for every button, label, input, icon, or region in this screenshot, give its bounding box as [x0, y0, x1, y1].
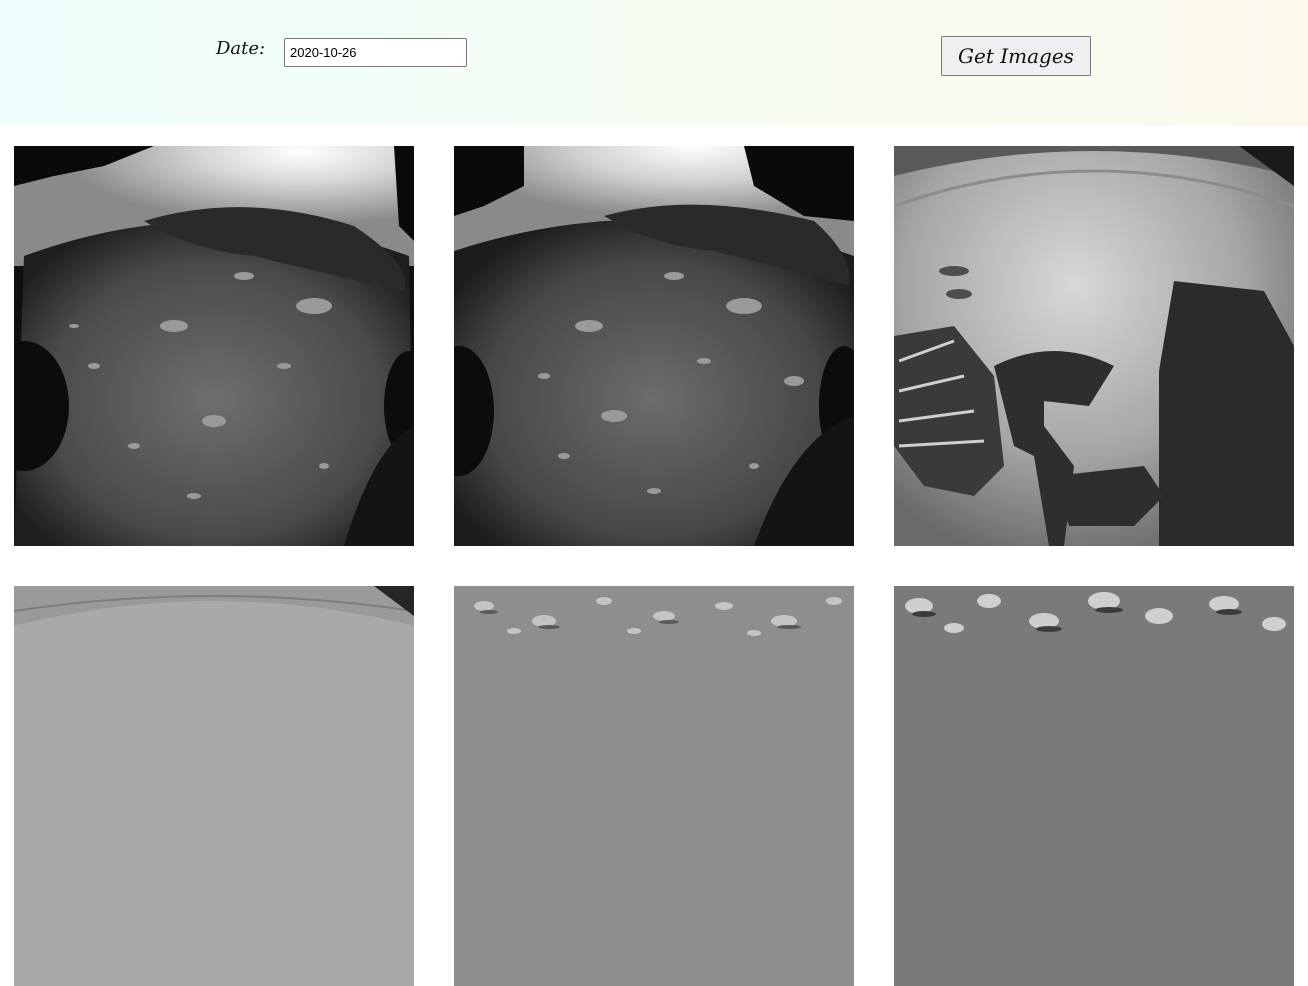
- date-input[interactable]: [284, 38, 467, 67]
- get-images-button[interactable]: Get Images: [941, 36, 1091, 76]
- rover-image-3: [894, 146, 1294, 546]
- controls-header: Date: Get Images: [0, 0, 1308, 126]
- rover-image-6-graphic: [894, 586, 1294, 986]
- rover-image-5-graphic: [454, 586, 854, 986]
- rover-image-4-graphic: [14, 586, 414, 986]
- rover-image-3-graphic: [894, 146, 1294, 546]
- rover-image-4: [14, 586, 414, 986]
- rover-image-5: [454, 586, 854, 986]
- rover-image-1-graphic: [14, 146, 414, 546]
- rover-image-2: [454, 146, 854, 546]
- rover-image-6: [894, 586, 1294, 986]
- rover-image-2-graphic: [454, 146, 854, 546]
- rover-image-1: [14, 146, 414, 546]
- date-label: Date:: [216, 38, 266, 59]
